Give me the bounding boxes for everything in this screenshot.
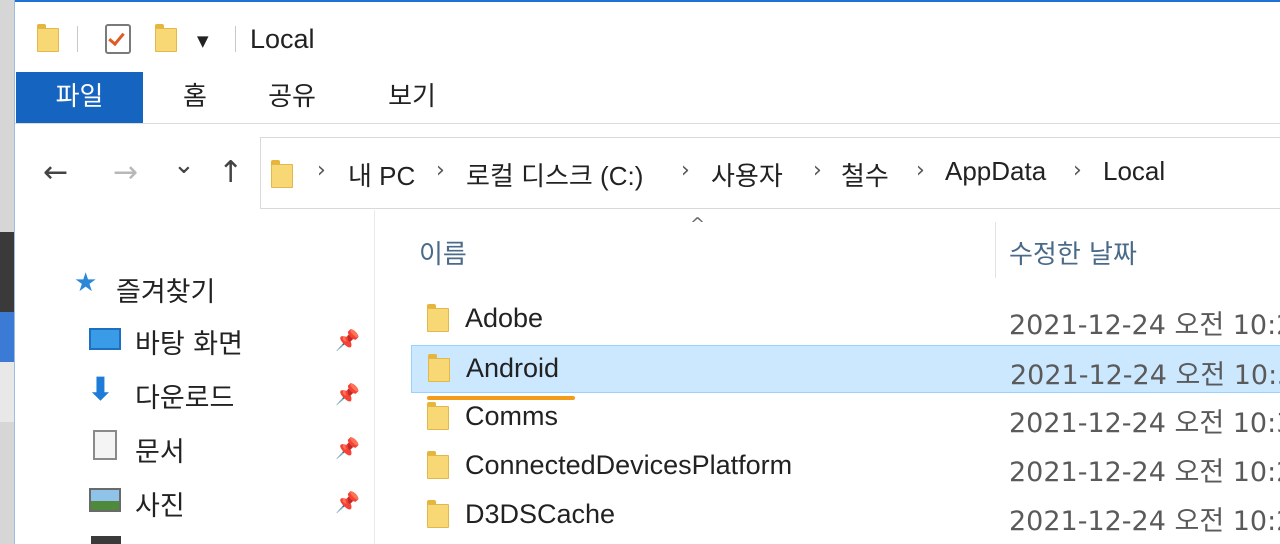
recent-locations-chevron-icon[interactable]: ⌄: [173, 150, 195, 180]
sidebar-item-quick-access[interactable]: ★ 즐겨찾기: [70, 264, 360, 312]
sort-ascending-icon: ^: [690, 214, 706, 235]
desktop-icon: [89, 328, 121, 350]
file-date-modified: 2021-12-24 오전 10:22: [1009, 457, 1280, 488]
file-date-modified: 2021-12-24 오전 10:26: [1009, 506, 1280, 537]
address-bar[interactable]: › 내 PC › 로컬 디스크 (C:) › 사용자 › 철수 › AppDat…: [260, 137, 1280, 209]
breadcrumb-local[interactable]: Local: [1103, 156, 1165, 187]
pane-splitter[interactable]: [374, 210, 375, 544]
pin-icon[interactable]: 📌: [335, 328, 360, 352]
sidebar-item-label: 즐겨찾기: [116, 277, 216, 308]
file-name: D3DSCache: [465, 499, 616, 529]
sidebar-item-label: 문서: [135, 437, 185, 468]
sidebar-item-pictures[interactable]: 사진 📌: [85, 478, 375, 526]
file-date-modified: 2021-12-24 오전 10:23: [1009, 310, 1280, 341]
breadcrumb-users[interactable]: 사용자: [711, 156, 783, 193]
file-row-adobe[interactable]: Adobe 2021-12-24 오전 10:23: [411, 296, 1280, 344]
file-name: Android: [466, 353, 560, 383]
breadcrumb-appdata[interactable]: AppData: [945, 156, 1046, 187]
pin-icon[interactable]: 📌: [335, 436, 360, 460]
breadcrumb-separator-icon[interactable]: ›: [813, 158, 822, 183]
breadcrumb-separator-icon[interactable]: ›: [436, 158, 445, 183]
sidebar-item-label: 바탕 화면: [135, 329, 243, 360]
breadcrumb-separator-icon[interactable]: ›: [916, 158, 925, 183]
tab-share[interactable]: 공유: [260, 72, 324, 123]
pictures-icon: [89, 488, 121, 512]
file-row-d3dscache[interactable]: D3DSCache 2021-12-24 오전 10:26: [411, 492, 1280, 540]
file-row-connecteddevicesplatform[interactable]: ConnectedDevicesPlatform 2021-12-24 오전 1…: [411, 443, 1280, 491]
window-title: Local: [250, 24, 315, 54]
tab-home[interactable]: 홈: [165, 72, 225, 123]
breadcrumb-separator-icon[interactable]: ›: [317, 158, 326, 183]
file-date-modified: 2021-12-24 오전 10:54: [1010, 360, 1280, 391]
title-bar: ▼ Local: [15, 2, 1280, 72]
up-arrow-icon[interactable]: ↑: [218, 155, 243, 190]
toolbar-separator: [77, 26, 78, 52]
breadcrumb-this-pc[interactable]: 내 PC: [348, 156, 415, 193]
breadcrumb-user-folder[interactable]: 철수: [841, 156, 889, 193]
sidebar-item-partial-icon: [91, 536, 121, 544]
sidebar-item-downloads[interactable]: ⬇ 다운로드 📌: [85, 370, 375, 418]
toolbar-separator: [235, 26, 236, 52]
sidebar-item-documents[interactable]: 문서 📌: [85, 424, 375, 472]
breadcrumb-local-disk[interactable]: 로컬 디스크 (C:): [466, 156, 643, 193]
file-row-comms[interactable]: Comms 2021-12-24 오전 10:38: [411, 394, 1280, 442]
tab-view[interactable]: 보기: [380, 72, 444, 123]
star-icon: ★: [74, 268, 98, 298]
column-divider[interactable]: [995, 222, 996, 278]
ribbon-tabs: 파일 홈 공유 보기: [15, 72, 1280, 124]
sidebar-item-label: 다운로드: [135, 383, 235, 414]
forward-arrow-icon[interactable]: →: [113, 155, 138, 190]
file-date-modified: 2021-12-24 오전 10:38: [1009, 408, 1280, 439]
breadcrumb-separator-icon[interactable]: ›: [1073, 158, 1082, 183]
file-name: Adobe: [465, 303, 544, 333]
pin-icon[interactable]: 📌: [335, 382, 360, 406]
navigation-pane: ★ 즐겨찾기 바탕 화면 📌 ⬇ 다운로드 📌 문서 📌 사진 📌: [15, 210, 375, 544]
document-icon: [93, 430, 117, 460]
file-name: Comms: [465, 401, 558, 431]
file-explorer-window: ▼ Local 파일 홈 공유 보기 ← → ⌄ ↑ › 내 PC › 로컬 디…: [14, 0, 1280, 544]
tab-file[interactable]: 파일: [16, 72, 143, 123]
breadcrumb-separator-icon[interactable]: ›: [681, 158, 690, 183]
column-header-name[interactable]: 이름: [419, 234, 467, 271]
file-name: ConnectedDevicesPlatform: [465, 450, 793, 480]
customize-dropdown-icon[interactable]: ▼: [197, 32, 209, 50]
properties-check-icon[interactable]: [105, 24, 131, 54]
pin-icon[interactable]: 📌: [335, 490, 360, 514]
download-arrow-icon: ⬇: [87, 370, 114, 408]
column-header-date-modified[interactable]: 수정한 날짜: [1009, 234, 1137, 271]
back-arrow-icon[interactable]: ←: [43, 155, 68, 190]
sidebar-item-label: 사진: [135, 491, 185, 522]
sidebar-item-desktop[interactable]: 바탕 화면 📌: [85, 316, 375, 364]
file-row-android[interactable]: Android 2021-12-24 오전 10:54: [411, 345, 1280, 393]
